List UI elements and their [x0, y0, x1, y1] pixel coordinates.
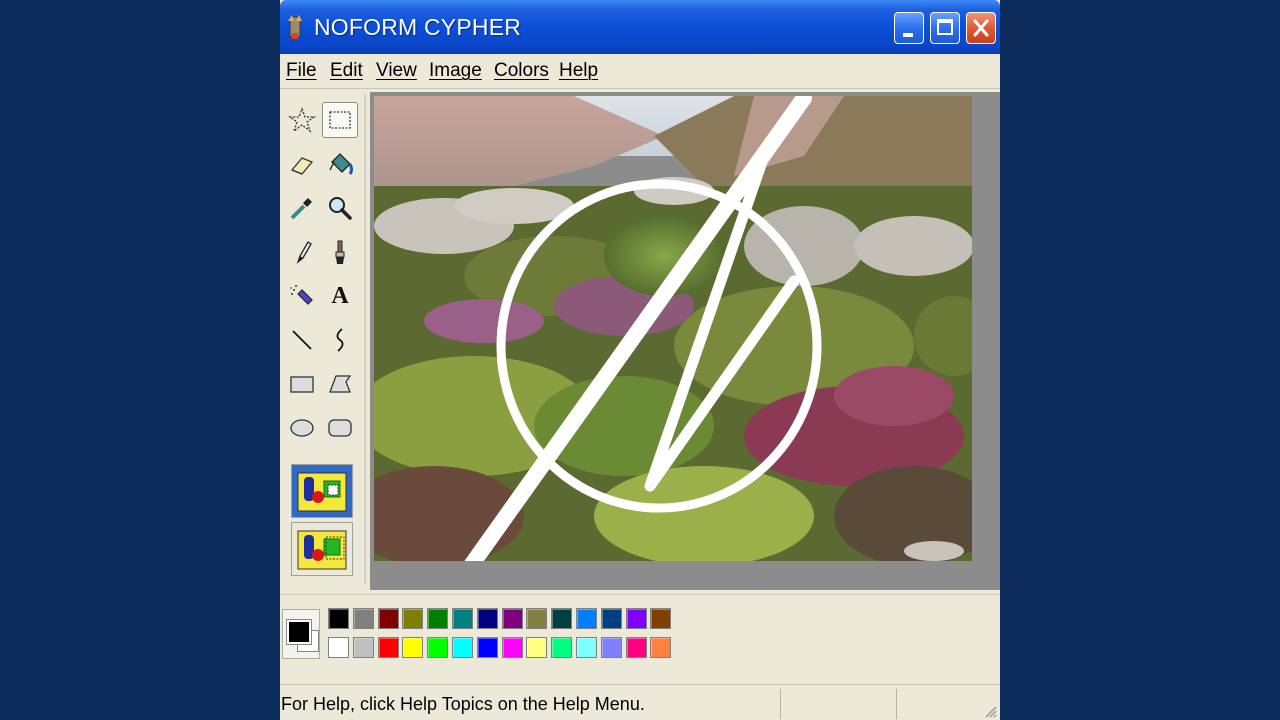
palette-swatch[interactable]	[427, 637, 449, 658]
palette-swatch[interactable]	[576, 608, 597, 629]
tool-pencil[interactable]	[284, 234, 320, 270]
tool-rectangle-select[interactable]	[322, 102, 358, 138]
palette-swatch[interactable]	[625, 637, 647, 658]
tool-eraser[interactable]	[284, 146, 320, 182]
palette-swatch[interactable]	[427, 608, 449, 629]
palette-swatch[interactable]	[476, 637, 498, 658]
canvas-picture	[374, 96, 972, 561]
palette-swatch[interactable]	[625, 608, 647, 629]
palette-swatch[interactable]	[402, 637, 424, 658]
palette-swatch[interactable]	[600, 637, 622, 658]
status-text: For Help, click Help Topics on the Help …	[281, 694, 645, 714]
palette-swatch[interactable]	[501, 637, 523, 658]
pencil-icon	[296, 241, 312, 264]
status-separator	[896, 689, 897, 719]
color-box	[280, 594, 1000, 675]
palette-swatch[interactable]	[328, 637, 349, 658]
resize-grip-icon[interactable]	[982, 703, 998, 719]
paint-app-icon	[288, 15, 302, 39]
close-icon	[973, 19, 989, 37]
eraser-icon	[290, 157, 314, 175]
title-bar[interactable]: NOFORM CYPHER	[280, 0, 1000, 54]
maximize-button[interactable]	[930, 12, 960, 44]
status-bar: For Help, click Help Topics on the Help …	[280, 684, 1000, 720]
paint-window: NOFORM CYPHER File Edit View Image Color…	[280, 0, 1000, 720]
palette-swatch[interactable]	[501, 608, 523, 629]
brush-icon	[335, 240, 345, 264]
rect-select-icon	[329, 111, 351, 129]
palette-swatch[interactable]	[650, 637, 672, 658]
line-icon	[292, 330, 312, 350]
tool-polygon[interactable]	[322, 366, 358, 402]
transparent-selection-icon	[297, 530, 347, 570]
palette-swatch[interactable]	[551, 637, 573, 658]
rounded-rect-icon	[328, 419, 352, 437]
palette-swatch[interactable]	[526, 608, 548, 629]
menu-edit[interactable]: Edit	[330, 60, 363, 82]
menu-help[interactable]: Help	[559, 60, 598, 82]
palette-swatch[interactable]	[352, 608, 374, 629]
palette-swatch[interactable]	[452, 608, 473, 629]
eyedropper-icon	[290, 198, 312, 220]
status-separator	[780, 689, 781, 719]
palette-swatch[interactable]	[526, 637, 548, 658]
tool-line[interactable]	[284, 322, 320, 358]
curve-icon	[336, 328, 344, 352]
palette-swatch[interactable]	[476, 608, 498, 629]
tool-pick-color[interactable]	[284, 190, 320, 226]
palette-swatch[interactable]	[328, 608, 349, 629]
tool-curve[interactable]	[322, 322, 358, 358]
rectangle-icon	[290, 376, 314, 393]
palette-swatch[interactable]	[377, 608, 399, 629]
palette-swatch[interactable]	[576, 637, 597, 658]
minimize-button[interactable]	[894, 12, 924, 44]
tool-magnifier[interactable]	[322, 190, 358, 226]
drawing-canvas[interactable]	[374, 96, 972, 561]
menu-bar: File Edit View Image Colors Help	[280, 54, 1000, 89]
tool-ellipse[interactable]	[284, 410, 320, 446]
tool-brush[interactable]	[322, 234, 358, 270]
airbrush-icon	[290, 285, 313, 305]
menu-file[interactable]: File	[286, 60, 317, 82]
tool-airbrush[interactable]	[284, 278, 320, 314]
opaque-selection-icon	[297, 472, 347, 512]
ellipse-icon	[290, 419, 314, 437]
menu-colors[interactable]: Colors	[494, 60, 549, 82]
palette-swatch[interactable]	[551, 608, 573, 629]
tool-text[interactable]: A	[322, 278, 358, 314]
magnifier-icon	[329, 197, 352, 220]
maximize-icon	[937, 19, 953, 35]
palette-swatch[interactable]	[452, 637, 473, 658]
option-transparent-selection[interactable]	[291, 522, 353, 576]
tool-free-form-select[interactable]	[284, 102, 320, 138]
text-icon: A	[331, 282, 349, 309]
paint-bucket-icon	[329, 153, 353, 175]
foreground-color-swatch	[286, 619, 312, 645]
palette-swatch[interactable]	[377, 637, 399, 658]
palette-swatch[interactable]	[600, 608, 622, 629]
palette-swatch[interactable]	[352, 637, 374, 658]
star-select-icon	[288, 107, 316, 133]
palette-swatch[interactable]	[402, 608, 424, 629]
option-opaque-selection[interactable]	[291, 464, 353, 518]
canvas-workspace	[370, 92, 1000, 590]
close-button[interactable]	[966, 12, 996, 44]
current-colors[interactable]	[282, 609, 320, 659]
polygon-icon	[329, 375, 352, 393]
menu-image[interactable]: Image	[429, 60, 482, 82]
tool-fill-with-color[interactable]	[322, 146, 358, 182]
minimize-icon	[903, 33, 913, 37]
palette-swatch[interactable]	[650, 608, 672, 629]
window-title: NOFORM CYPHER	[314, 14, 522, 40]
tool-rectangle[interactable]	[284, 366, 320, 402]
tool-box: A	[284, 94, 366, 584]
tool-rounded-rectangle[interactable]	[322, 410, 358, 446]
menu-view[interactable]: View	[376, 60, 417, 82]
